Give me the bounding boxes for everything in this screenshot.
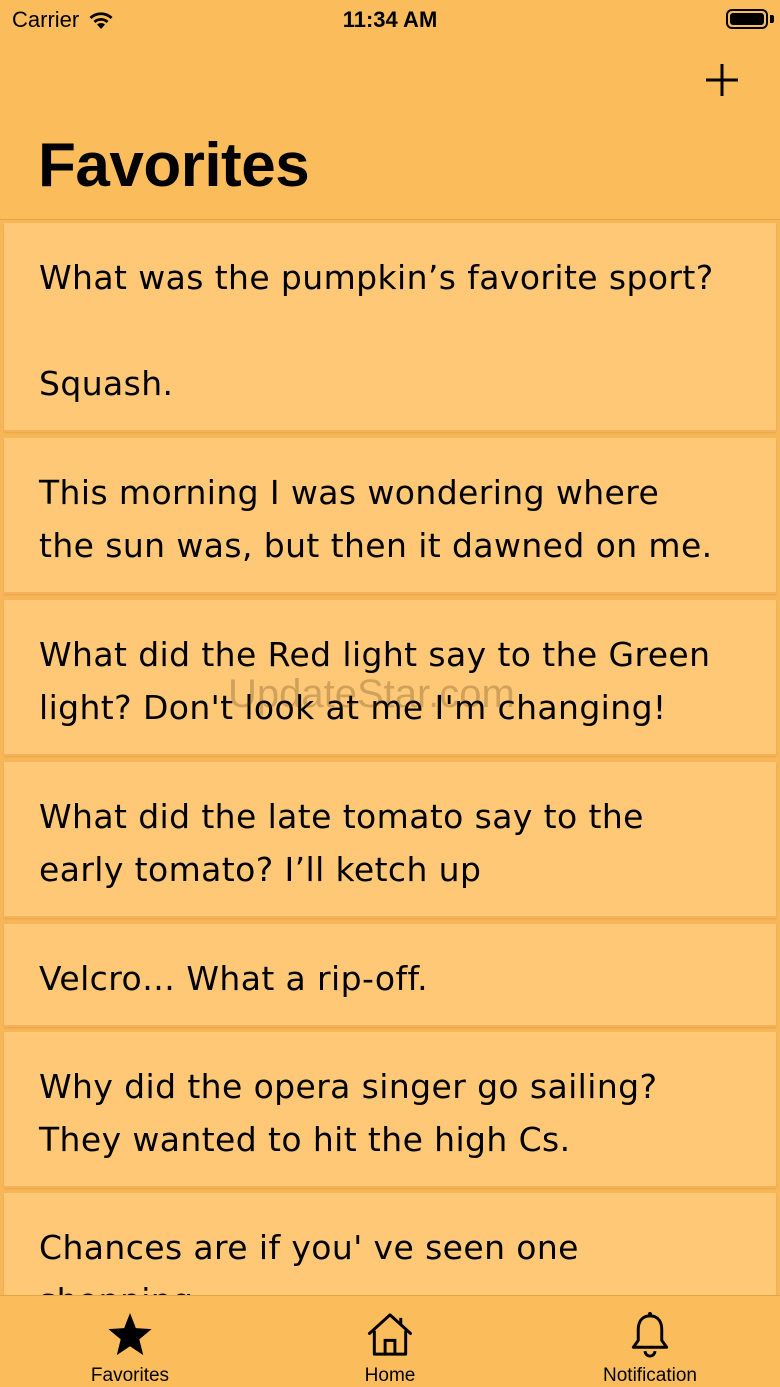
tab-home-label: Home (364, 1365, 416, 1386)
list-item[interactable]: Chances are if you' ve seen one shopping… (4, 1193, 776, 1295)
star-icon (108, 1312, 152, 1356)
tab-bar: Favorites Home Notification (0, 1295, 780, 1387)
battery-tip (770, 15, 774, 23)
tab-home[interactable]: Home (260, 1296, 520, 1387)
list-item[interactable]: Why did the opera singer go sailing? The… (4, 1032, 776, 1188)
list-item[interactable]: What did the Red light say to the Green … (4, 600, 776, 756)
tab-favorites-label: Favorites (90, 1365, 170, 1386)
list-item[interactable]: This morning I was wondering where the s… (4, 438, 776, 594)
favorites-list[interactable]: What was the pumpkin’s favorite sport? S… (0, 220, 780, 1295)
list-item[interactable]: Velcro… What a rip-off. (4, 924, 776, 1027)
plus-icon[interactable] (704, 62, 740, 98)
house-icon (367, 1313, 413, 1356)
page-title: Favorites (38, 131, 310, 200)
bell-icon (631, 1311, 669, 1358)
tab-notification-label: Notification (603, 1365, 697, 1386)
tab-favorites[interactable]: Favorites (0, 1296, 260, 1387)
status-bar: Carrier 11:34 AM (0, 0, 780, 40)
list-item[interactable]: What was the pumpkin’s favorite sport? S… (4, 223, 776, 432)
list-item[interactable]: What did the late tomato say to the earl… (4, 762, 776, 918)
tab-notification[interactable]: Notification (520, 1296, 780, 1387)
status-time: 11:34 AM (342, 7, 438, 32)
navigation-bar: Favorites (0, 40, 780, 220)
battery-icon (726, 9, 768, 29)
